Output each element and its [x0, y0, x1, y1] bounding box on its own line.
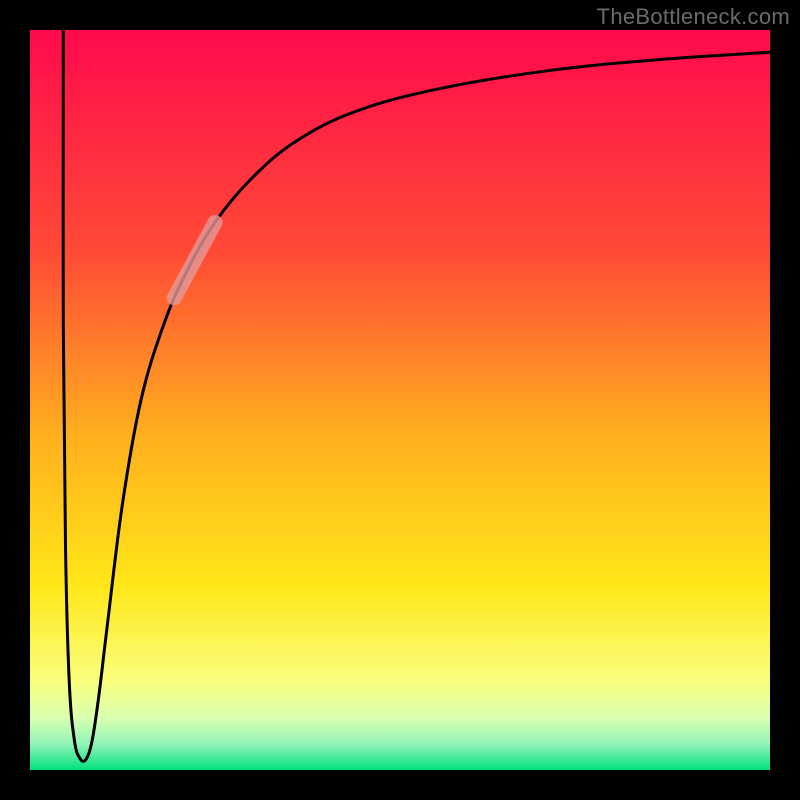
- bottleneck-chart: [0, 0, 800, 800]
- attribution-label: TheBottleneck.com: [597, 4, 790, 30]
- chart-container: TheBottleneck.com: [0, 0, 800, 800]
